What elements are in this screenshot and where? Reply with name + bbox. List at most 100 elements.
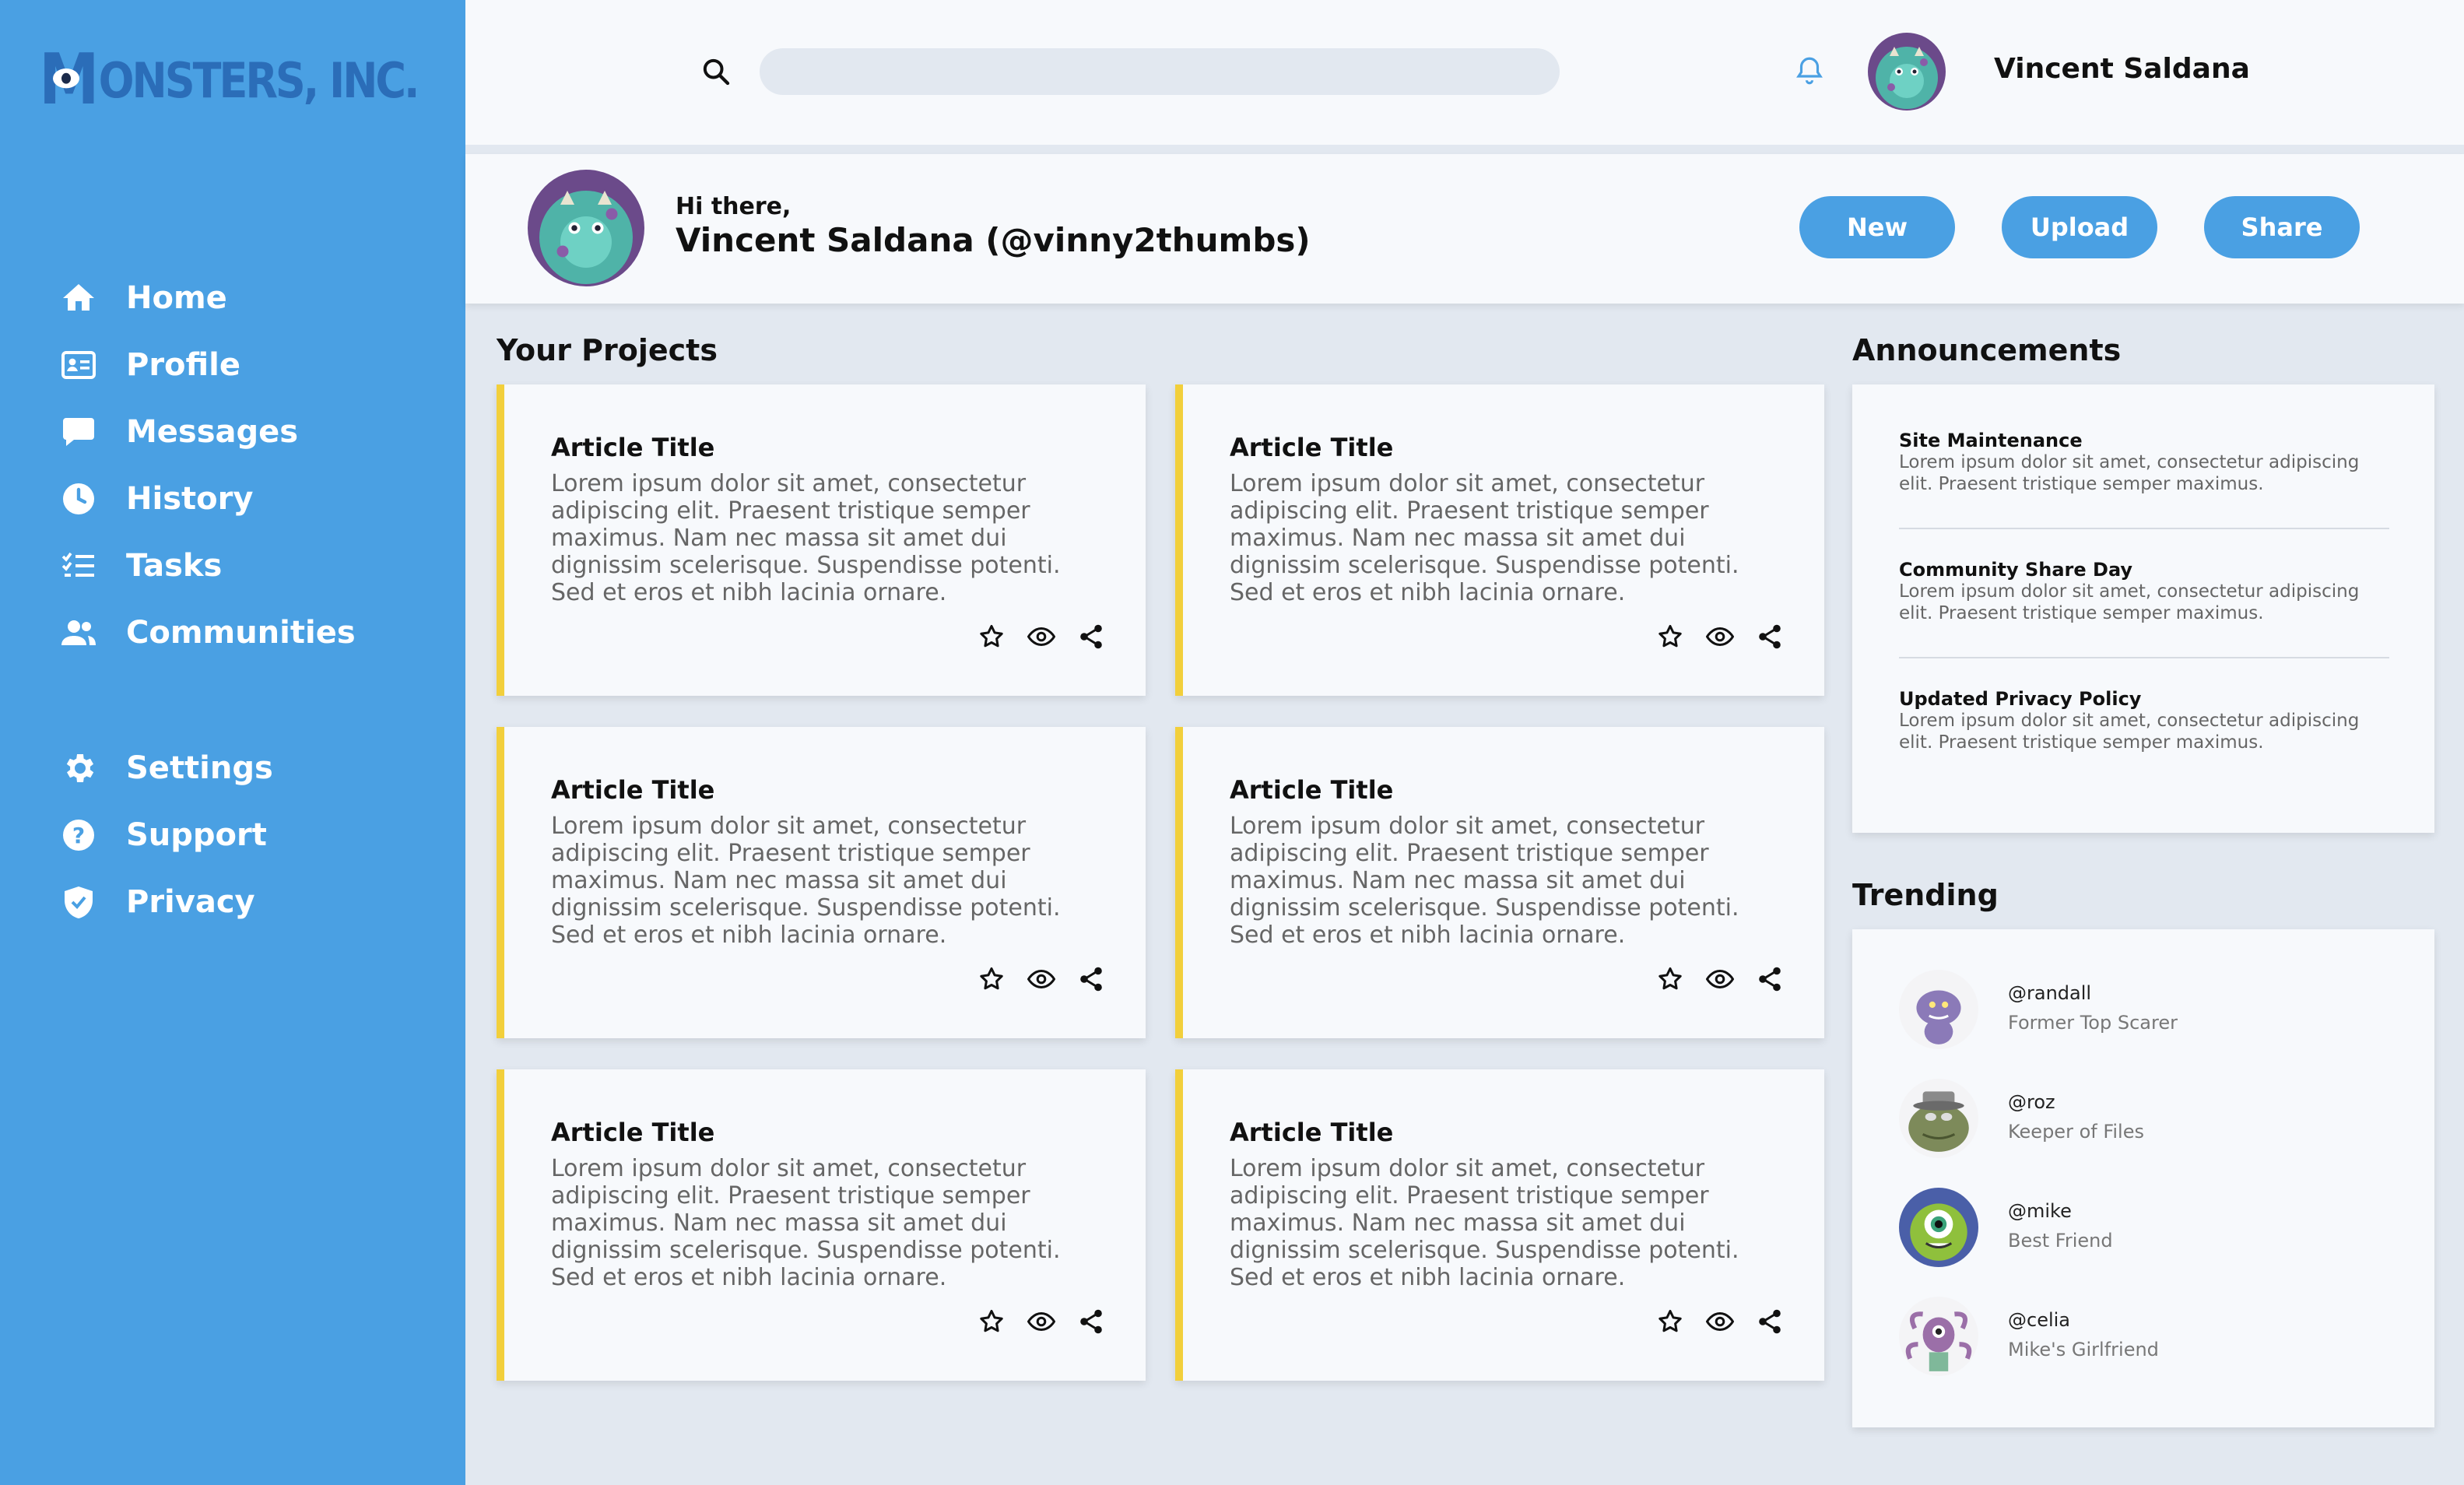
- sidebar-item-label: Profile: [126, 347, 241, 383]
- eye-icon[interactable]: [1704, 1306, 1736, 1337]
- users-icon: [59, 613, 98, 652]
- card-title: Article Title: [1230, 1118, 1394, 1147]
- star-icon[interactable]: [1655, 621, 1686, 652]
- avatar: [1899, 1079, 1978, 1158]
- user-name[interactable]: Vincent Saldana: [1994, 53, 2250, 85]
- announcement-item[interactable]: Community Share Day Lorem ipsum dolor si…: [1899, 559, 2389, 624]
- search-icon[interactable]: [700, 56, 732, 87]
- announcement-item[interactable]: Site Maintenance Lorem ipsum dolor sit a…: [1899, 430, 2389, 495]
- trending-item[interactable]: @mike Best Friend: [1899, 1188, 2397, 1273]
- share-icon[interactable]: [1754, 964, 1785, 995]
- sidebar-item-history[interactable]: History: [59, 465, 356, 532]
- announcement-item[interactable]: Updated Privacy Policy Lorem ipsum dolor…: [1899, 688, 2389, 753]
- card-title: Article Title: [551, 775, 715, 805]
- trending-handle: @roz: [2008, 1091, 2055, 1113]
- eye-icon[interactable]: [1026, 964, 1057, 995]
- star-icon[interactable]: [1655, 964, 1686, 995]
- upload-button[interactable]: Upload: [2002, 196, 2157, 258]
- card-body: Lorem ipsum dolor sit amet, consectetur …: [551, 813, 1061, 949]
- star-icon[interactable]: [1655, 1306, 1686, 1337]
- profile-avatar[interactable]: [528, 170, 644, 286]
- id-card-icon: [59, 346, 98, 384]
- share-icon[interactable]: [1076, 1306, 1107, 1337]
- card-body: Lorem ipsum dolor sit amet, consectetur …: [1230, 470, 1739, 606]
- clock-icon: [59, 479, 98, 518]
- card-actions: [1655, 621, 1785, 652]
- star-icon[interactable]: [976, 964, 1007, 995]
- avatar: [1899, 1188, 1978, 1267]
- card-title: Article Title: [1230, 433, 1394, 462]
- trending-subtitle: Mike's Girlfriend: [2008, 1339, 2159, 1360]
- star-icon[interactable]: [976, 1306, 1007, 1337]
- sidebar: M ONSTERS, INC. Home Profile Messages: [0, 0, 465, 1485]
- gear-icon: [59, 749, 98, 788]
- card-body: Lorem ipsum dolor sit amet, consectetur …: [551, 1155, 1061, 1291]
- card-actions: [976, 964, 1107, 995]
- sidebar-item-home[interactable]: Home: [59, 265, 356, 332]
- eye-icon[interactable]: [1704, 964, 1736, 995]
- share-button[interactable]: Share: [2204, 196, 2360, 258]
- sidebar-item-label: Support: [126, 817, 267, 853]
- project-card[interactable]: Article Title Lorem ipsum dolor sit amet,…: [1175, 727, 1824, 1038]
- divider: [1899, 528, 2389, 529]
- sidebar-item-profile[interactable]: Profile: [59, 332, 356, 398]
- card-actions: [976, 1306, 1107, 1337]
- secondary-nav: Settings ? Support Privacy: [59, 735, 273, 936]
- avatar: [1899, 1297, 1978, 1376]
- logo-eye-icon: [53, 68, 79, 89]
- eye-icon[interactable]: [1704, 621, 1736, 652]
- trending-item[interactable]: @celia Mike's Girlfriend: [1899, 1297, 2397, 1382]
- project-card[interactable]: Article Title Lorem ipsum dolor sit amet,…: [497, 1069, 1146, 1381]
- trending-handle: @mike: [2008, 1200, 2072, 1222]
- announcement-body: Lorem ipsum dolor sit amet, consectetur …: [1899, 581, 2360, 623]
- card-title: Article Title: [1230, 775, 1394, 805]
- primary-nav: Home Profile Messages History Tasks Comm…: [59, 265, 356, 666]
- share-icon[interactable]: [1076, 621, 1107, 652]
- share-icon[interactable]: [1754, 621, 1785, 652]
- sidebar-item-privacy[interactable]: Privacy: [59, 869, 273, 936]
- trending-panel: @randall Former Top Scarer @roz Keeper o…: [1852, 929, 2434, 1427]
- trending-handle: @celia: [2008, 1309, 2071, 1331]
- project-card[interactable]: Article Title Lorem ipsum dolor sit amet,…: [1175, 384, 1824, 696]
- card-body: Lorem ipsum dolor sit amet, consectetur …: [551, 470, 1061, 606]
- monsters-inc-logo[interactable]: M ONSTERS, INC.: [39, 40, 420, 121]
- eye-icon[interactable]: [1026, 621, 1057, 652]
- sidebar-item-label: Settings: [126, 750, 273, 786]
- sidebar-item-communities[interactable]: Communities: [59, 599, 356, 666]
- share-icon[interactable]: [1076, 964, 1107, 995]
- search-input[interactable]: [760, 48, 1560, 95]
- divider: [1899, 657, 2389, 658]
- top-bar: Vincent Saldana: [465, 0, 2464, 145]
- trending-title: Trending: [1852, 878, 1999, 912]
- sidebar-item-messages[interactable]: Messages: [59, 398, 356, 465]
- announcement-title: Updated Privacy Policy: [1899, 688, 2142, 710]
- card-actions: [1655, 964, 1785, 995]
- trending-subtitle: Best Friend: [2008, 1230, 2113, 1252]
- trending-item[interactable]: @roz Keeper of Files: [1899, 1079, 2397, 1164]
- avatar: [1899, 970, 1978, 1049]
- home-icon: [59, 279, 98, 318]
- new-button[interactable]: New: [1799, 196, 1955, 258]
- sidebar-item-label: Privacy: [126, 884, 255, 920]
- star-icon[interactable]: [976, 621, 1007, 652]
- project-card[interactable]: Article Title Lorem ipsum dolor sit amet,…: [497, 384, 1146, 696]
- project-card[interactable]: Article Title Lorem ipsum dolor sit amet,…: [497, 727, 1146, 1038]
- notification-bell-icon[interactable]: [1793, 53, 1826, 89]
- sidebar-item-tasks[interactable]: Tasks: [59, 532, 356, 599]
- share-icon[interactable]: [1754, 1306, 1785, 1337]
- sidebar-item-label: Messages: [126, 414, 299, 450]
- greeting-bar: Hi there, Vincent Saldana (@vinny2thumbs…: [465, 154, 2464, 304]
- eye-icon[interactable]: [1026, 1306, 1057, 1337]
- user-avatar[interactable]: [1868, 33, 1946, 111]
- trending-item[interactable]: @randall Former Top Scarer: [1899, 970, 2397, 1055]
- sidebar-item-settings[interactable]: Settings: [59, 735, 273, 802]
- project-card[interactable]: Article Title Lorem ipsum dolor sit amet,…: [1175, 1069, 1824, 1381]
- sidebar-item-label: Communities: [126, 615, 356, 651]
- card-title: Article Title: [551, 1118, 715, 1147]
- sidebar-item-support[interactable]: ? Support: [59, 802, 273, 869]
- shield-icon: [59, 883, 98, 922]
- trending-subtitle: Keeper of Files: [2008, 1121, 2144, 1143]
- announcement-body: Lorem ipsum dolor sit amet, consectetur …: [1899, 711, 2360, 753]
- card-actions: [1655, 1306, 1785, 1337]
- announcement-title: Site Maintenance: [1899, 430, 2083, 451]
